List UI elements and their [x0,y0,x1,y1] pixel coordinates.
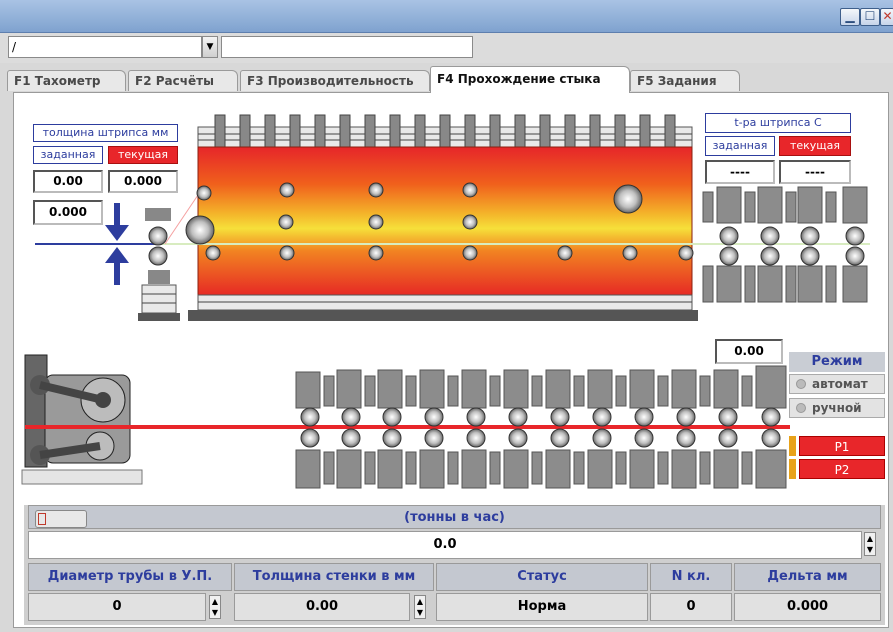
throughput-label: (тонны в час) [404,510,505,525]
temperature-current-label: текущая [779,136,851,156]
mode-manual-label: ручной [812,401,862,415]
pipe-diameter-value[interactable]: 0 [28,593,206,621]
furnace-top-wall [197,114,693,148]
entry-stand [138,208,180,321]
temperature-current-value: ---- [779,160,851,184]
slider-handle-icon[interactable] [38,513,46,525]
p1-indicator [789,436,796,456]
furnace-chamber [197,146,693,296]
thickness-set-value: 0.00 [33,170,103,193]
tab-joint-passage[interactable]: F4 Прохождение стыка [430,66,630,93]
throughput-spinner-icon[interactable]: ▲ ▼ [864,532,876,556]
delta-value: 0.000 [734,593,881,621]
status-value: Норма [436,593,648,621]
p2-button[interactable]: P2 [799,459,885,479]
status-header: Статус [436,563,648,591]
n-cl-header: N кл. [650,563,732,591]
temperature-set-value: ---- [705,160,775,184]
wall-thickness-spinner-icon[interactable]: ▲ ▼ [414,595,426,619]
p1-button[interactable]: P1 [799,436,885,456]
temperature-title: t-ра штрипса С [705,113,851,133]
mode-manual-button[interactable]: ручной [789,398,885,418]
throughput-header: (тонны в час) [28,505,881,529]
thickness-current-value: 0.000 [108,170,178,193]
throughput-slider[interactable] [35,510,87,528]
wall-thickness-value[interactable]: 0.00 [234,593,410,621]
p2-indicator [789,459,796,479]
throughput-value: 0.0 [28,531,862,559]
thickness-current-label: текущая [108,146,178,164]
furnace-bottom-wall [188,294,698,321]
wall-thickness-header: Толщина стенки в мм [234,563,434,591]
pipe-diameter-spinner-icon[interactable]: ▲ ▼ [209,595,221,619]
mode-auto-label: автомат [812,377,868,391]
mode-auto-button[interactable]: автомат [789,374,885,394]
pipe-diameter-header: Диаметр трубы в У.П. [28,563,232,591]
uncoiler [21,354,143,485]
stand-value: 0.00 [715,339,783,364]
temperature-set-label: заданная [705,136,775,156]
n-cl-value: 0 [650,593,732,621]
mode-title: Режим [789,352,885,372]
radio-icon [796,379,806,389]
thickness-title: толщина штрипса мм [33,124,178,142]
radio-icon [796,403,806,413]
delta-header: Дельта мм [734,563,881,591]
roll-gap-value: 0.000 [33,200,103,225]
thickness-set-label: заданная [33,146,103,164]
